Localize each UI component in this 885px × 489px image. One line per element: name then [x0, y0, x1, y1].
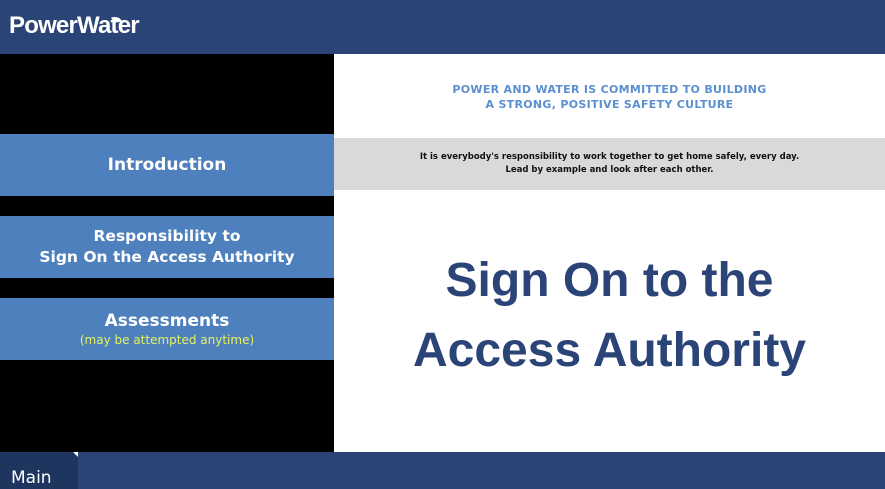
- tab-main[interactable]: Main: [0, 452, 78, 489]
- nav-assessments-label: Assessments: [104, 310, 230, 331]
- commitment-line-1: POWER AND WATER IS COMMITTED TO BUILDING: [452, 83, 767, 96]
- nav-introduction-button[interactable]: Introduction: [0, 134, 334, 196]
- slide-title-line-1: Sign On to the: [445, 254, 774, 307]
- powerwater-logo: PowerWater: [9, 11, 140, 41]
- tab-main-label: Main: [11, 468, 52, 488]
- nav-responsibility-label-line2: Sign On the Access Authority: [39, 248, 295, 266]
- safety-commitment-heading: POWER AND WATER IS COMMITTED TO BUILDING…: [334, 82, 885, 112]
- slide-title: Sign On to the Access Authority: [334, 246, 885, 386]
- bottom-tab-bar: Main: [0, 452, 885, 489]
- top-header-bar: PowerWater: [0, 0, 885, 54]
- content-slide: POWER AND WATER IS COMMITTED TO BUILDING…: [334, 54, 885, 452]
- nav-introduction-label: Introduction: [107, 155, 227, 175]
- slide-title-line-2: Access Authority: [413, 324, 806, 377]
- nav-assessments-button[interactable]: Assessments (may be attempted anytime): [0, 298, 334, 360]
- commitment-line-2: A STRONG, POSITIVE SAFETY CULTURE: [485, 98, 734, 111]
- sidebar-nav: Introduction Responsibility to Sign On t…: [0, 54, 334, 452]
- band-line-2: Lead by example and look after each othe…: [505, 165, 714, 175]
- nav-responsibility-label-line1: Responsibility to: [93, 227, 241, 245]
- logo-text: PowerWater: [9, 12, 140, 39]
- responsibility-band: It is everybody's responsibility to work…: [334, 138, 885, 190]
- band-line-1: It is everybody's responsibility to work…: [419, 152, 800, 162]
- nav-assessments-sublabel: (may be attempted anytime): [79, 332, 255, 347]
- tab-corner-marker: [73, 452, 78, 457]
- nav-responsibility-button[interactable]: Responsibility to Sign On the Access Aut…: [0, 216, 334, 278]
